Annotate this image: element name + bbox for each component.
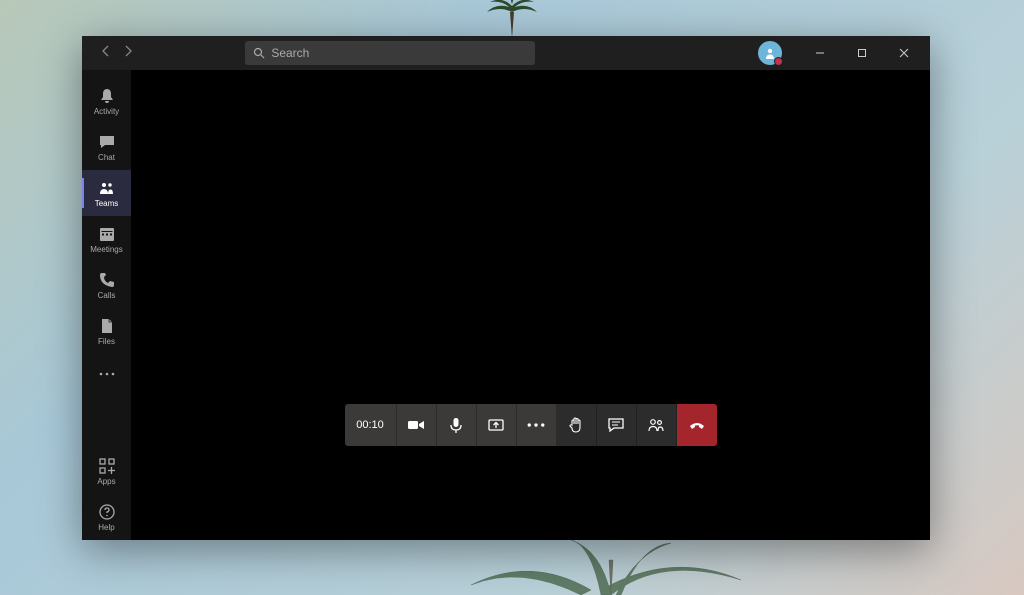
- search-icon: [253, 47, 265, 59]
- apps-icon: [98, 457, 116, 475]
- nav-back-button[interactable]: [100, 44, 112, 62]
- camera-icon: [407, 416, 425, 434]
- maximize-icon: [857, 48, 867, 58]
- conversation-icon: [607, 416, 625, 434]
- person-icon: [764, 47, 776, 59]
- minimize-icon: [815, 48, 825, 58]
- chat-icon: [98, 133, 116, 151]
- toggle-camera-button[interactable]: [397, 404, 437, 446]
- rail-label: Apps: [97, 477, 115, 486]
- window-close-button[interactable]: [886, 39, 922, 67]
- file-icon: [98, 317, 116, 335]
- app-rail: Activity Chat Teams Meetings: [82, 70, 131, 540]
- wallpaper-palm-top: [482, 0, 542, 38]
- rail-label: Activity: [94, 107, 119, 116]
- rail-item-teams[interactable]: Teams: [82, 170, 131, 216]
- hangup-icon: [688, 416, 706, 434]
- phone-icon: [98, 271, 116, 289]
- hand-icon: [567, 416, 585, 434]
- more-actions-button[interactable]: [517, 404, 557, 446]
- rail-label: Teams: [95, 199, 119, 208]
- ellipsis-icon: [527, 416, 545, 434]
- nav-forward-button[interactable]: [122, 44, 134, 62]
- window-maximize-button[interactable]: [844, 39, 880, 67]
- rail-item-apps[interactable]: Apps: [82, 448, 131, 494]
- rail-item-files[interactable]: Files: [82, 308, 131, 354]
- show-conversation-button[interactable]: [597, 404, 637, 446]
- rail-item-meetings[interactable]: Meetings: [82, 216, 131, 262]
- hang-up-button[interactable]: [677, 404, 717, 446]
- rail-label: Calls: [98, 291, 116, 300]
- app-window: Activity Chat Teams Meetings: [82, 36, 930, 540]
- rail-item-activity[interactable]: Activity: [82, 78, 131, 124]
- call-controls-bar: 00:10: [345, 404, 717, 446]
- rail-label: Chat: [98, 153, 115, 162]
- rail-label: Help: [98, 523, 114, 532]
- rail-label: Meetings: [90, 245, 122, 254]
- rail-item-chat[interactable]: Chat: [82, 124, 131, 170]
- chevron-left-icon: [100, 45, 112, 57]
- close-icon: [899, 48, 909, 58]
- rail-item-calls[interactable]: Calls: [82, 262, 131, 308]
- title-bar: [82, 36, 930, 70]
- raise-hand-button[interactable]: [557, 404, 597, 446]
- ellipsis-icon: [99, 372, 115, 376]
- wallpaper-palm-bottom: [461, 535, 761, 595]
- presence-status-dot: [774, 57, 783, 66]
- profile-avatar[interactable]: [758, 41, 782, 65]
- bell-icon: [98, 87, 116, 105]
- meeting-stage: 00:10: [131, 70, 930, 540]
- teams-icon: [98, 179, 116, 197]
- microphone-icon: [447, 416, 465, 434]
- share-screen-button[interactable]: [477, 404, 517, 446]
- rail-more-button[interactable]: [82, 354, 131, 394]
- window-minimize-button[interactable]: [802, 39, 838, 67]
- search-input[interactable]: [271, 46, 527, 60]
- calendar-icon: [98, 225, 116, 243]
- people-icon: [647, 416, 665, 434]
- toggle-mic-button[interactable]: [437, 404, 477, 446]
- search-box[interactable]: [245, 41, 535, 65]
- rail-item-help[interactable]: Help: [82, 494, 131, 540]
- help-icon: [98, 503, 116, 521]
- show-participants-button[interactable]: [637, 404, 677, 446]
- share-icon: [487, 416, 505, 434]
- rail-label: Files: [98, 337, 115, 346]
- chevron-right-icon: [122, 45, 134, 57]
- content-area: Activity Chat Teams Meetings: [82, 70, 930, 540]
- call-timer: 00:10: [345, 404, 397, 446]
